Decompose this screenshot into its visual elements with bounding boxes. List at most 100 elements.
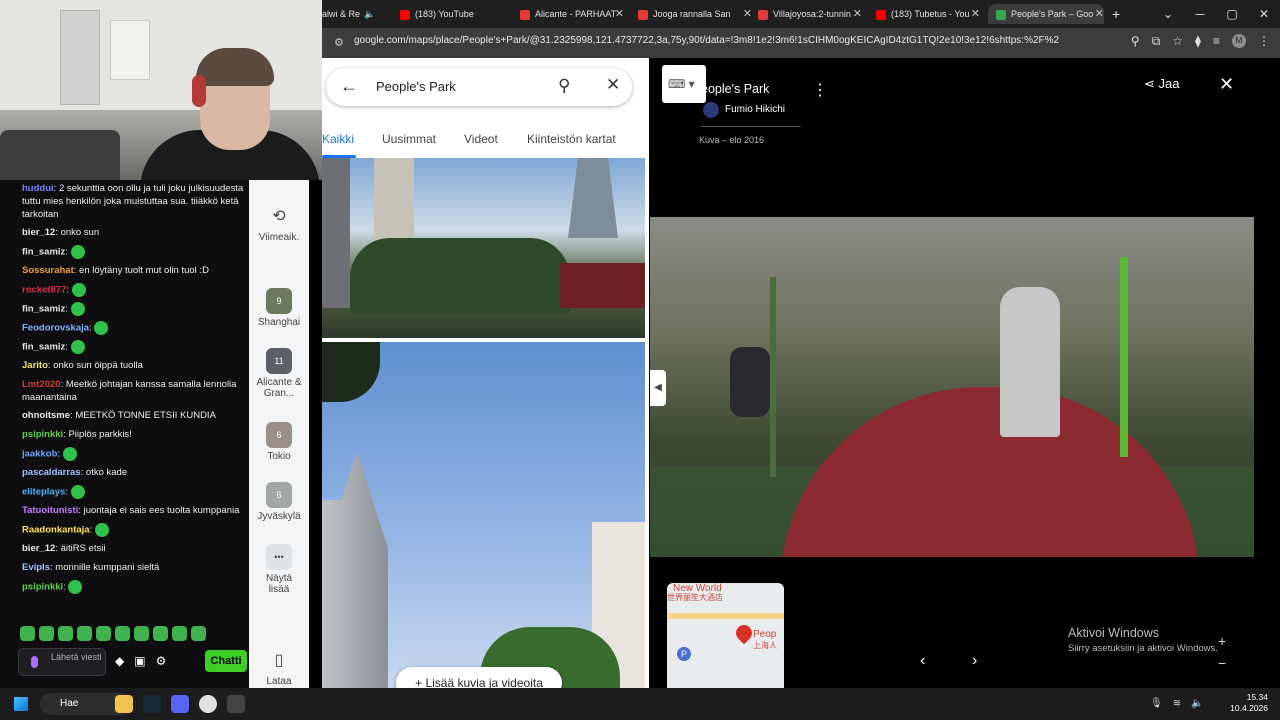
install-icon[interactable]: ⧉ bbox=[1152, 34, 1161, 49]
back-arrow-icon[interactable]: ← bbox=[340, 76, 358, 97]
rail-place-tokio[interactable]: 6 Tokio bbox=[249, 422, 309, 462]
tab-active[interactable]: People's Park – Goo ✕ bbox=[988, 4, 1104, 24]
close-tab-icon[interactable]: ✕ bbox=[971, 4, 980, 24]
close-tab-icon[interactable]: ✕ bbox=[743, 4, 752, 24]
site-info-icon[interactable]: ⚙ bbox=[334, 36, 344, 49]
main-photo[interactable] bbox=[650, 217, 1254, 557]
photo-author[interactable]: Fumio Hikichi bbox=[725, 104, 785, 115]
more-options-icon[interactable]: ⋮ bbox=[812, 80, 828, 100]
chat-username[interactable]: fin_samiz bbox=[22, 342, 65, 353]
tab-search-icon[interactable]: ⌄ bbox=[1152, 0, 1184, 28]
maximize-icon[interactable]: ▢ bbox=[1216, 0, 1248, 28]
chat-username[interactable]: bier_12 bbox=[22, 543, 55, 554]
emote[interactable] bbox=[96, 626, 111, 641]
place-photo-2[interactable] bbox=[322, 342, 645, 688]
rail-place-jyvaskyla[interactable]: 6 Jyväskylä bbox=[249, 482, 309, 522]
minimap[interactable]: New World 世界丽笙大酒店 Peop 上海人 P bbox=[667, 583, 784, 688]
prev-photo-icon[interactable]: ‹ bbox=[920, 652, 925, 670]
collapse-panel-button[interactable]: ◀ bbox=[650, 370, 666, 406]
chat-username[interactable]: Feodorovskaja bbox=[22, 323, 89, 334]
chat-username[interactable]: Sossurahat bbox=[22, 265, 74, 276]
tab-4[interactable]: Jooga rannalla San ✕ bbox=[638, 4, 752, 24]
chat-username[interactable]: psipinkki bbox=[22, 429, 63, 440]
minimize-icon[interactable]: ─ bbox=[1184, 0, 1216, 28]
volume-icon[interactable]: 🔈 bbox=[1191, 698, 1203, 709]
rail-place-alicante[interactable]: 11 Alicante & Gran... bbox=[249, 348, 309, 399]
close-viewer-icon[interactable]: ✕ bbox=[1219, 74, 1234, 95]
tab-5[interactable]: Villajoyosa:2-tunnin ✕ bbox=[758, 4, 862, 24]
close-window-icon[interactable]: ✕ bbox=[1248, 0, 1280, 28]
settings-icon[interactable]: ⚙ bbox=[156, 654, 167, 668]
tab-videot[interactable]: Videot bbox=[464, 132, 498, 146]
emote[interactable] bbox=[58, 626, 73, 641]
chat-username[interactable]: bier_12 bbox=[22, 227, 55, 238]
next-photo-icon[interactable]: › bbox=[972, 652, 977, 670]
steam-icon[interactable] bbox=[143, 695, 161, 713]
extensions-icon[interactable]: ⧫ bbox=[1195, 34, 1201, 49]
bits-icon[interactable]: ◆ bbox=[115, 654, 124, 668]
menu-icon[interactable]: ⋮ bbox=[1258, 34, 1270, 49]
chat-username[interactable]: Tatuoitunisti bbox=[22, 505, 78, 516]
chat-username[interactable]: Evipls bbox=[22, 562, 50, 573]
share-button[interactable]: ⋖ Jaa bbox=[1144, 76, 1179, 92]
chrome-icon[interactable] bbox=[199, 695, 217, 713]
rail-download[interactable]: ▯ Lataa bbox=[249, 650, 309, 687]
chat-username[interactable]: pascaldarras bbox=[22, 467, 81, 478]
emote[interactable] bbox=[191, 626, 206, 641]
new-tab-button[interactable]: + bbox=[1112, 4, 1126, 24]
chat-username[interactable]: Jarito bbox=[22, 360, 48, 371]
discord-icon[interactable] bbox=[171, 695, 189, 713]
add-photos-button[interactable]: + Lisää kuvia ja videoita bbox=[396, 667, 562, 688]
url-text[interactable]: google.com/maps/place/People's+Park/@31.… bbox=[354, 35, 1059, 46]
chat-input[interactable]: Lähetä viesti bbox=[18, 648, 106, 676]
emote[interactable] bbox=[153, 626, 168, 641]
chat-username[interactable]: huddui bbox=[22, 183, 54, 194]
chat-username[interactable]: eliteplays bbox=[22, 487, 65, 498]
chat-username[interactable]: ohnoitsme bbox=[22, 410, 70, 421]
emote[interactable] bbox=[134, 626, 149, 641]
tab-kaikki[interactable]: Kaikki bbox=[322, 132, 354, 146]
chat-username[interactable]: psipinkki bbox=[22, 582, 63, 593]
store-icon[interactable]: ▣ bbox=[134, 654, 145, 668]
tab-1[interactable]: alwi & Re 🔈 bbox=[322, 4, 384, 24]
chat-username[interactable]: jaakkob bbox=[22, 449, 57, 460]
emote[interactable] bbox=[39, 626, 54, 641]
emote[interactable] bbox=[20, 626, 35, 641]
search-icon[interactable]: ⚲ bbox=[558, 76, 570, 96]
close-icon[interactable]: ✕ bbox=[606, 75, 620, 95]
rail-show-more[interactable]: ••• Näytä lisää bbox=[249, 544, 309, 595]
tab-kiinteiston-kartat[interactable]: Kiinteistön kartat bbox=[527, 132, 616, 146]
mic-icon[interactable] bbox=[31, 656, 38, 668]
wifi-icon[interactable]: ≋ bbox=[1173, 698, 1181, 709]
zoom-out-icon[interactable]: − bbox=[1218, 652, 1226, 674]
tab-2[interactable]: (183) YouTube bbox=[400, 4, 510, 24]
close-tab-icon[interactable]: ✕ bbox=[853, 4, 862, 24]
tab-6[interactable]: (183) Tubetus - You ✕ bbox=[876, 4, 980, 24]
emote[interactable] bbox=[172, 626, 187, 641]
keyboard-shortcuts-button[interactable]: ⌨ ▾ bbox=[662, 65, 706, 103]
rail-recent[interactable]: ⟲ Viimeaik. bbox=[249, 206, 309, 243]
emote[interactable] bbox=[77, 626, 92, 641]
bookmark-star-icon[interactable]: ☆ bbox=[1172, 34, 1183, 49]
speaker-icon[interactable]: 🔈 bbox=[364, 9, 375, 19]
rail-place-shanghai[interactable]: 9 Shanghai bbox=[249, 288, 309, 328]
obs-icon[interactable] bbox=[227, 695, 245, 713]
chat-send-button[interactable]: Chatti bbox=[205, 650, 247, 672]
chat-username[interactable]: Lmt2020 bbox=[22, 379, 61, 390]
chat-username[interactable]: Raadonkantaja bbox=[22, 525, 90, 536]
mic-tray-icon[interactable]: 🎙 bbox=[1150, 698, 1163, 709]
profile-avatar[interactable]: M bbox=[1232, 34, 1246, 48]
zoom-icon[interactable]: ⚲ bbox=[1131, 34, 1140, 49]
tab-3[interactable]: Alicante - PARHAAT ✕ bbox=[520, 4, 624, 24]
chat-username[interactable]: fin_samiz bbox=[22, 304, 65, 315]
author-avatar[interactable] bbox=[703, 102, 719, 118]
file-explorer-icon[interactable] bbox=[115, 695, 133, 713]
taskbar-clock[interactable]: 15.34 10.4.2026 bbox=[1228, 692, 1268, 714]
zoom-in-icon[interactable]: + bbox=[1218, 630, 1226, 652]
chat-username[interactable]: rocket877 bbox=[22, 285, 66, 296]
emote[interactable] bbox=[115, 626, 130, 641]
place-photo-1[interactable] bbox=[322, 158, 645, 338]
close-tab-icon[interactable]: ✕ bbox=[1095, 4, 1104, 24]
close-tab-icon[interactable]: ✕ bbox=[615, 4, 624, 24]
chat-username[interactable]: fin_samiz bbox=[22, 247, 65, 258]
